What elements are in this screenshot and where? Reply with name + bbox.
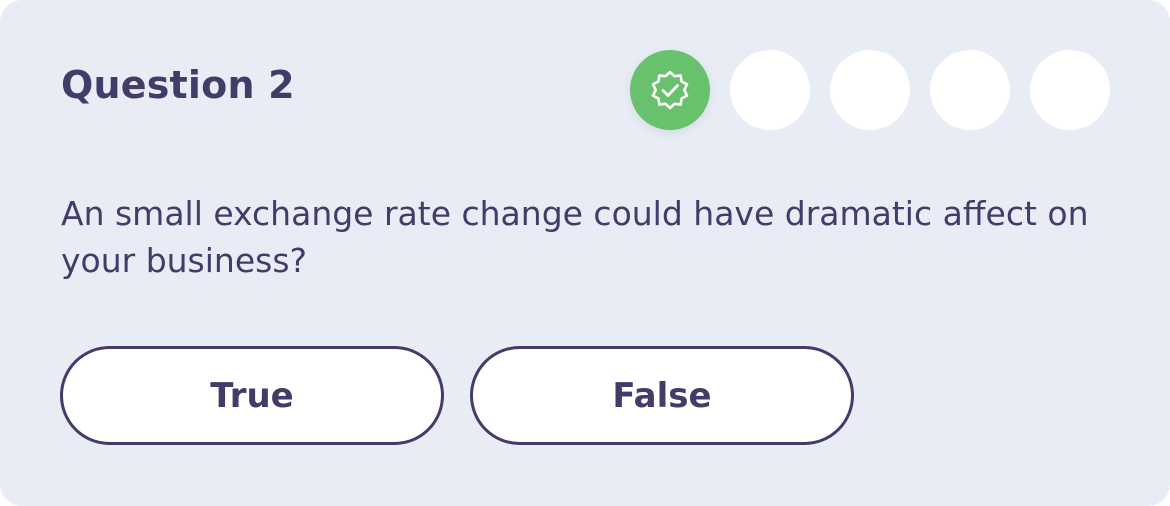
false-button[interactable]: False xyxy=(470,346,854,445)
progress-dot-pending xyxy=(830,50,910,130)
progress-indicator xyxy=(630,50,1110,130)
question-text: An small exchange rate change could have… xyxy=(61,194,1089,280)
progress-dot-completed xyxy=(630,50,710,130)
answer-options: True False xyxy=(60,346,854,445)
verified-badge-icon xyxy=(651,70,689,110)
progress-dot-pending xyxy=(730,50,810,130)
question-title: Question 2 xyxy=(61,63,295,107)
progress-dot-pending xyxy=(930,50,1010,130)
quiz-card: Question 2 An small exchange rate change… xyxy=(0,0,1170,506)
true-button[interactable]: True xyxy=(60,346,444,445)
progress-dot-pending xyxy=(1030,50,1110,130)
